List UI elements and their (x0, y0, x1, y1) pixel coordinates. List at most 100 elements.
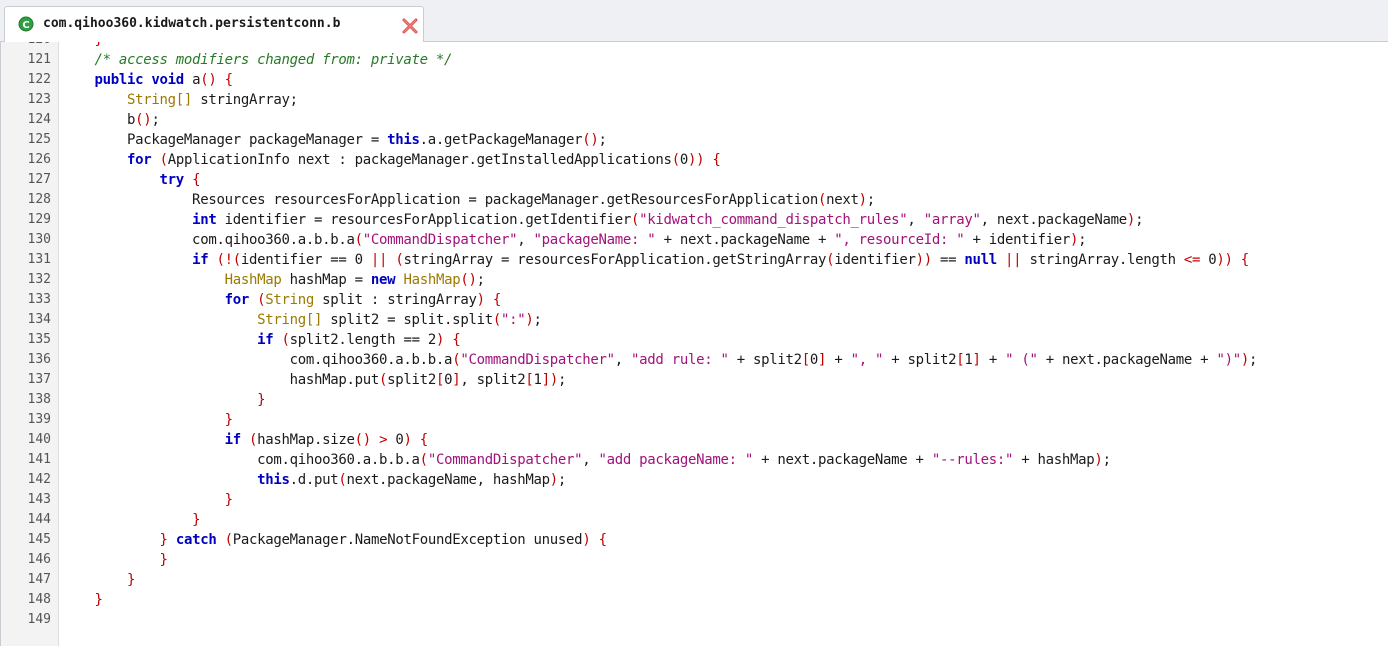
code-text: } (62, 42, 103, 50)
code-token: split2.length == 2 (289, 332, 437, 348)
code-token: ; (1078, 232, 1087, 248)
code-token: b (62, 112, 136, 128)
code-text: HashMap hashMap = new HashMap(); (62, 270, 485, 290)
close-icon[interactable] (401, 17, 419, 35)
code-line: 145 } catch (PackageManager.NameNotFound… (1, 530, 1388, 550)
code-token: () { (200, 72, 233, 88)
code-text: try { (62, 170, 201, 190)
code-token: ] (818, 352, 827, 368)
code-token: ( (379, 372, 388, 388)
code-token: , (582, 452, 599, 468)
code-text: com.qihoo360.a.b.b.a("CommandDispatcher"… (62, 450, 1111, 470)
code-lines: 120 }121 /* access modifiers changed fro… (1, 42, 1388, 630)
code-text: com.qihoo360.a.b.b.a("CommandDispatcher"… (62, 230, 1087, 250)
line-number: 128 (27, 192, 51, 207)
code-token: || (370, 252, 388, 268)
code-line: 125 PackageManager packageManager = this… (1, 130, 1388, 150)
code-token: ) { (403, 432, 428, 448)
code-token: ( (671, 152, 680, 168)
line-number: 122 (27, 72, 51, 87)
line-number: 130 (27, 232, 51, 247)
code-token: " (" (1005, 352, 1038, 368)
code-token: ; (1135, 212, 1144, 228)
code-token: if (224, 432, 242, 448)
line-number: 149 (27, 612, 51, 627)
code-text: } (62, 570, 135, 590)
code-token: ) (858, 192, 867, 208)
code-token: [ (435, 372, 445, 388)
code-line: 139 } (1, 410, 1388, 430)
code-editor[interactable]: 120 }121 /* access modifiers changed fro… (0, 42, 1388, 646)
line-number: 134 (27, 312, 51, 327)
code-token: "add packageName: " (598, 452, 754, 468)
code-line: 148 } (1, 590, 1388, 610)
tab-title: com.qihoo360.kidwatch.persistentconn.b (43, 16, 341, 31)
code-token: if (257, 332, 274, 348)
code-token: "kidwatch_command_dispatch_rules" (639, 212, 908, 228)
code-text: String[] stringArray; (62, 90, 298, 110)
code-token: identifier == 0 (240, 252, 371, 268)
code-token: com.qihoo360.a.b.b.a (62, 452, 420, 468)
code-token: split2 = split.split (322, 312, 493, 328)
code-token: [ (525, 372, 534, 388)
line-number: 141 (27, 452, 51, 467)
editor-tab-bar: C com.qihoo360.kidwatch.persistentconn.b (0, 0, 1388, 42)
code-token: + split2 (728, 352, 802, 368)
line-number: 126 (27, 152, 51, 167)
code-token: () (582, 132, 599, 148)
code-token: ":" (500, 312, 526, 328)
code-token: } (159, 532, 168, 548)
svg-text:C: C (22, 20, 29, 31)
code-line: 129 int identifier = resourcesForApplica… (1, 210, 1388, 230)
code-token: String[] (257, 312, 323, 328)
code-token: == (931, 252, 965, 268)
code-token: int (192, 212, 217, 228)
code-token: ( (224, 532, 233, 548)
code-text: for (String split : stringArray) { (62, 290, 502, 310)
code-token: ; (476, 272, 485, 288)
code-token: ) (1094, 452, 1103, 468)
code-text: } (62, 510, 200, 530)
code-token: () (460, 272, 477, 288)
code-line: 147 } (1, 570, 1388, 590)
code-text: public void a() { (62, 70, 233, 90)
code-token: + identifier (964, 232, 1071, 248)
code-token: ]) (541, 372, 559, 388)
code-token: , (907, 212, 924, 228)
code-token: .a.getPackageManager (419, 132, 583, 148)
code-token: [ (801, 352, 810, 368)
code-token: try (159, 172, 185, 188)
code-token: this (257, 472, 290, 488)
line-number: 131 (27, 252, 51, 267)
code-token: String (265, 292, 315, 308)
code-line: 134 String[] split2 = split.split(":"); (1, 310, 1388, 330)
code-line: 141 com.qihoo360.a.b.b.a("CommandDispatc… (1, 450, 1388, 470)
code-line: 136 com.qihoo360.a.b.b.a("CommandDispatc… (1, 350, 1388, 370)
code-token: ", " (850, 352, 884, 368)
code-text: this.d.put(next.packageName, hashMap); (62, 470, 566, 490)
code-token: + next.packageName + (1037, 352, 1217, 368)
code-token: new (370, 272, 396, 288)
code-token: ( (631, 212, 640, 228)
code-token: ; (557, 372, 567, 388)
editor-tab[interactable]: C com.qihoo360.kidwatch.persistentconn.b (4, 6, 424, 42)
code-token: ; (533, 312, 542, 328)
code-token: hashMap.put (62, 372, 380, 388)
code-token: () (354, 432, 372, 448)
line-number: 144 (27, 512, 51, 527)
code-token: ", resourceId: " (834, 232, 965, 248)
